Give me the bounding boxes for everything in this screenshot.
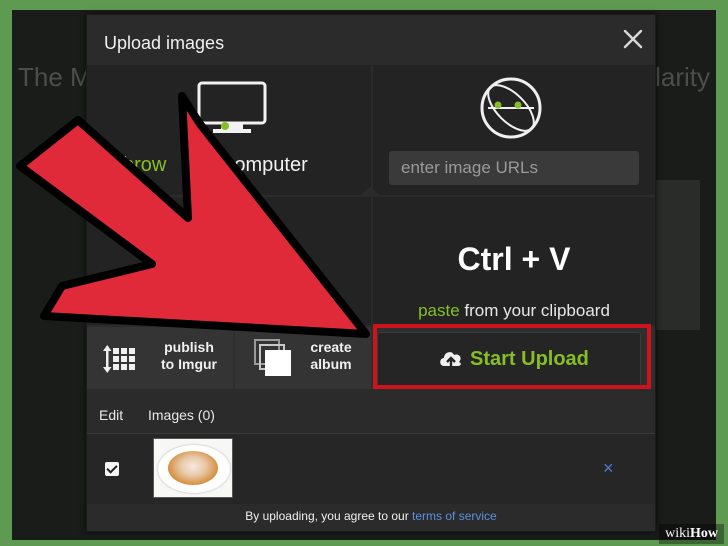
background-sidebar xyxy=(656,180,700,330)
background-page-title: The M xyxy=(18,62,92,92)
paste-panel: Ctrl + V paste from your clipboard xyxy=(373,197,655,325)
dialog-header: Upload images xyxy=(87,15,655,65)
album-stack-icon xyxy=(254,339,291,376)
publish-to-imgur-button[interactable]: publish to Imgur xyxy=(87,327,233,389)
terms-of-service-link[interactable]: terms of service xyxy=(412,509,497,523)
grid-arrows-icon xyxy=(103,345,135,373)
image-url-input[interactable] xyxy=(389,151,639,185)
url-panel xyxy=(373,65,655,195)
create-album-label: create album xyxy=(310,339,352,372)
paste-instructions: paste from your clipboard xyxy=(418,301,610,320)
images-count-label: Images (0) xyxy=(148,407,215,423)
wikihow-watermark: wikiHow xyxy=(659,524,724,544)
background-page-title-right: larity xyxy=(655,62,710,92)
monitor-icon xyxy=(197,81,267,133)
publish-label: publish to Imgur xyxy=(161,339,217,372)
browse-computer-panel[interactable]: brow computer xyxy=(87,65,371,195)
upload-images-dialog: Upload images browcomputer Ctr xyxy=(86,14,656,532)
image-list-item: × xyxy=(87,433,655,504)
globe-icon xyxy=(480,77,542,139)
remove-image-button[interactable]: × xyxy=(603,458,614,479)
close-icon xyxy=(623,29,643,49)
drag-drop-panel xyxy=(87,197,371,325)
paste-shortcut: Ctrl + V xyxy=(457,241,571,277)
edit-column-label: Edit xyxy=(99,407,124,423)
pancake-image xyxy=(168,451,218,485)
create-album-button[interactable]: create album xyxy=(235,327,371,389)
dialog-title: Upload images xyxy=(104,33,225,53)
close-button[interactable] xyxy=(621,27,645,51)
image-list-header: Edit Images (0) xyxy=(87,399,655,431)
browse-computer-label: brow computer xyxy=(123,154,308,176)
image-select-checkbox[interactable] xyxy=(105,462,119,476)
start-upload-highlight xyxy=(373,324,651,389)
terms-footer: By uploading, you agree to our terms of … xyxy=(245,509,497,523)
image-thumbnail xyxy=(153,438,233,498)
